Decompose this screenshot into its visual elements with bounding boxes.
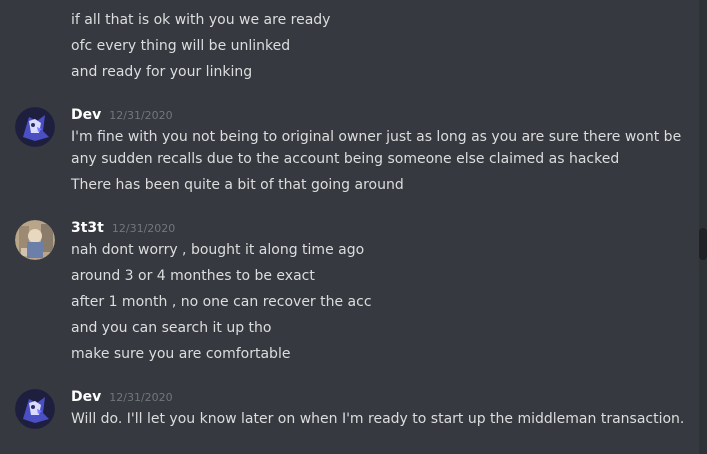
- message-line: nah dont worry , bought it along time ag…: [71, 242, 365, 258]
- avatar[interactable]: [15, 107, 55, 147]
- message-header: Dev 12/31/2020: [71, 387, 173, 407]
- username[interactable]: Dev: [71, 105, 101, 125]
- message-line: around 3 or 4 monthes to be exact: [71, 268, 315, 284]
- avatar[interactable]: [15, 389, 55, 429]
- message-line: and you can search it up tho: [71, 320, 272, 336]
- username[interactable]: 3t3t: [71, 218, 104, 238]
- message-header: Dev 12/31/2020: [71, 105, 173, 125]
- timestamp: 12/31/2020: [109, 109, 173, 122]
- timestamp: 12/31/2020: [111, 222, 176, 235]
- dev-avatar-image: [15, 107, 55, 147]
- message-line: make sure you are comfortable: [71, 346, 291, 362]
- message-line: ofc every thing will be unlinked: [71, 38, 291, 54]
- message-line: if all that is ok with you we are ready: [71, 12, 331, 28]
- avatar[interactable]: [15, 220, 55, 260]
- scrollbar-track[interactable]: [699, 0, 707, 454]
- message-line: and ready for your linking: [71, 64, 253, 80]
- message-header: 3t3t 12/31/2020: [71, 218, 175, 238]
- dev-avatar-image: [15, 389, 55, 429]
- message-line: I'm fine with you not being to original …: [71, 129, 682, 145]
- timestamp: 12/31/2020: [109, 391, 173, 404]
- user-avatar-image: [15, 220, 55, 260]
- message-line: There has been quite a bit of that going…: [71, 177, 404, 193]
- message-line: any sudden recalls due to the account be…: [71, 151, 620, 167]
- scrollbar-thumb[interactable]: [699, 228, 707, 260]
- chat-messages: if all that is ok with you we are ready …: [0, 0, 707, 454]
- message-line: after 1 month , no one can recover the a…: [71, 294, 372, 310]
- message-line: Will do. I'll let you know later on when…: [71, 411, 685, 427]
- username[interactable]: Dev: [71, 387, 101, 407]
